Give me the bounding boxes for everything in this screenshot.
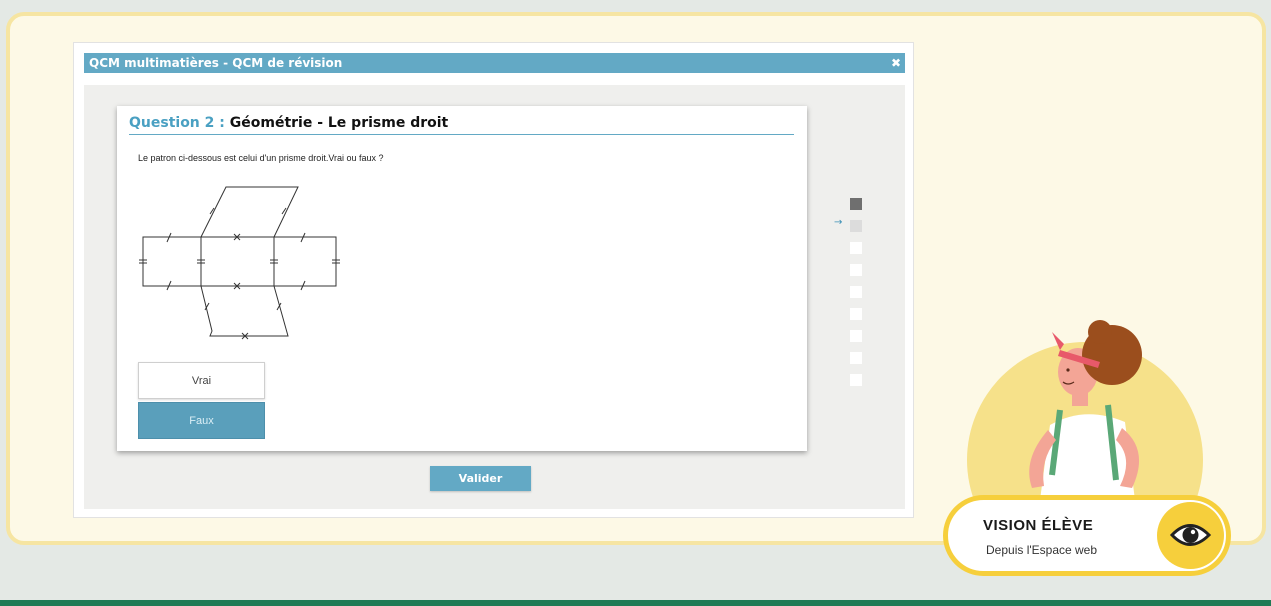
progress-step-6[interactable] bbox=[850, 308, 862, 320]
progress-step-9[interactable] bbox=[850, 374, 862, 386]
footer-bar bbox=[0, 600, 1271, 606]
progress-step-5[interactable] bbox=[850, 286, 862, 298]
question-card: Question 2 : Géométrie - Le prisme droit… bbox=[117, 106, 807, 451]
close-icon[interactable]: ✖ bbox=[891, 53, 901, 73]
progress-step-7[interactable] bbox=[850, 330, 862, 342]
progress-step-1[interactable] bbox=[850, 198, 862, 210]
arrow-right-icon: → bbox=[834, 217, 843, 228]
window-title: QCM multimatières - QCM de révision bbox=[89, 56, 343, 70]
quiz-window: QCM multimatières - QCM de révision ✖ Qu… bbox=[73, 42, 914, 518]
prism-net-figure bbox=[139, 186, 340, 340]
question-text: Le patron ci-dessous est celui d'un pris… bbox=[138, 153, 384, 163]
progress-step-2[interactable] bbox=[850, 220, 862, 232]
quiz-area: Question 2 : Géométrie - Le prisme droit… bbox=[84, 85, 905, 509]
window-title-bar: QCM multimatières - QCM de révision ✖ bbox=[84, 53, 905, 73]
question-title: Question 2 : Géométrie - Le prisme droit bbox=[129, 115, 794, 135]
eye-icon bbox=[1157, 502, 1224, 569]
badge-subtitle: Depuis l'Espace web bbox=[986, 543, 1098, 557]
progress-step-4[interactable] bbox=[850, 264, 862, 276]
answer-vrai-button[interactable]: Vrai bbox=[138, 362, 265, 399]
student-illustration bbox=[967, 320, 1203, 510]
progress-step-3[interactable] bbox=[850, 242, 862, 254]
answer-faux-button[interactable]: Faux bbox=[138, 402, 265, 439]
vision-eleve-badge[interactable]: VISION ÉLÈVE Depuis l'Espace web bbox=[943, 495, 1231, 576]
validate-button[interactable]: Valider bbox=[430, 466, 531, 491]
question-subject: Géométrie - Le prisme droit bbox=[229, 115, 449, 131]
progress-step-8[interactable] bbox=[850, 352, 862, 364]
question-number: Question 2 : bbox=[129, 115, 225, 131]
badge-title: VISION ÉLÈVE bbox=[983, 517, 1094, 534]
